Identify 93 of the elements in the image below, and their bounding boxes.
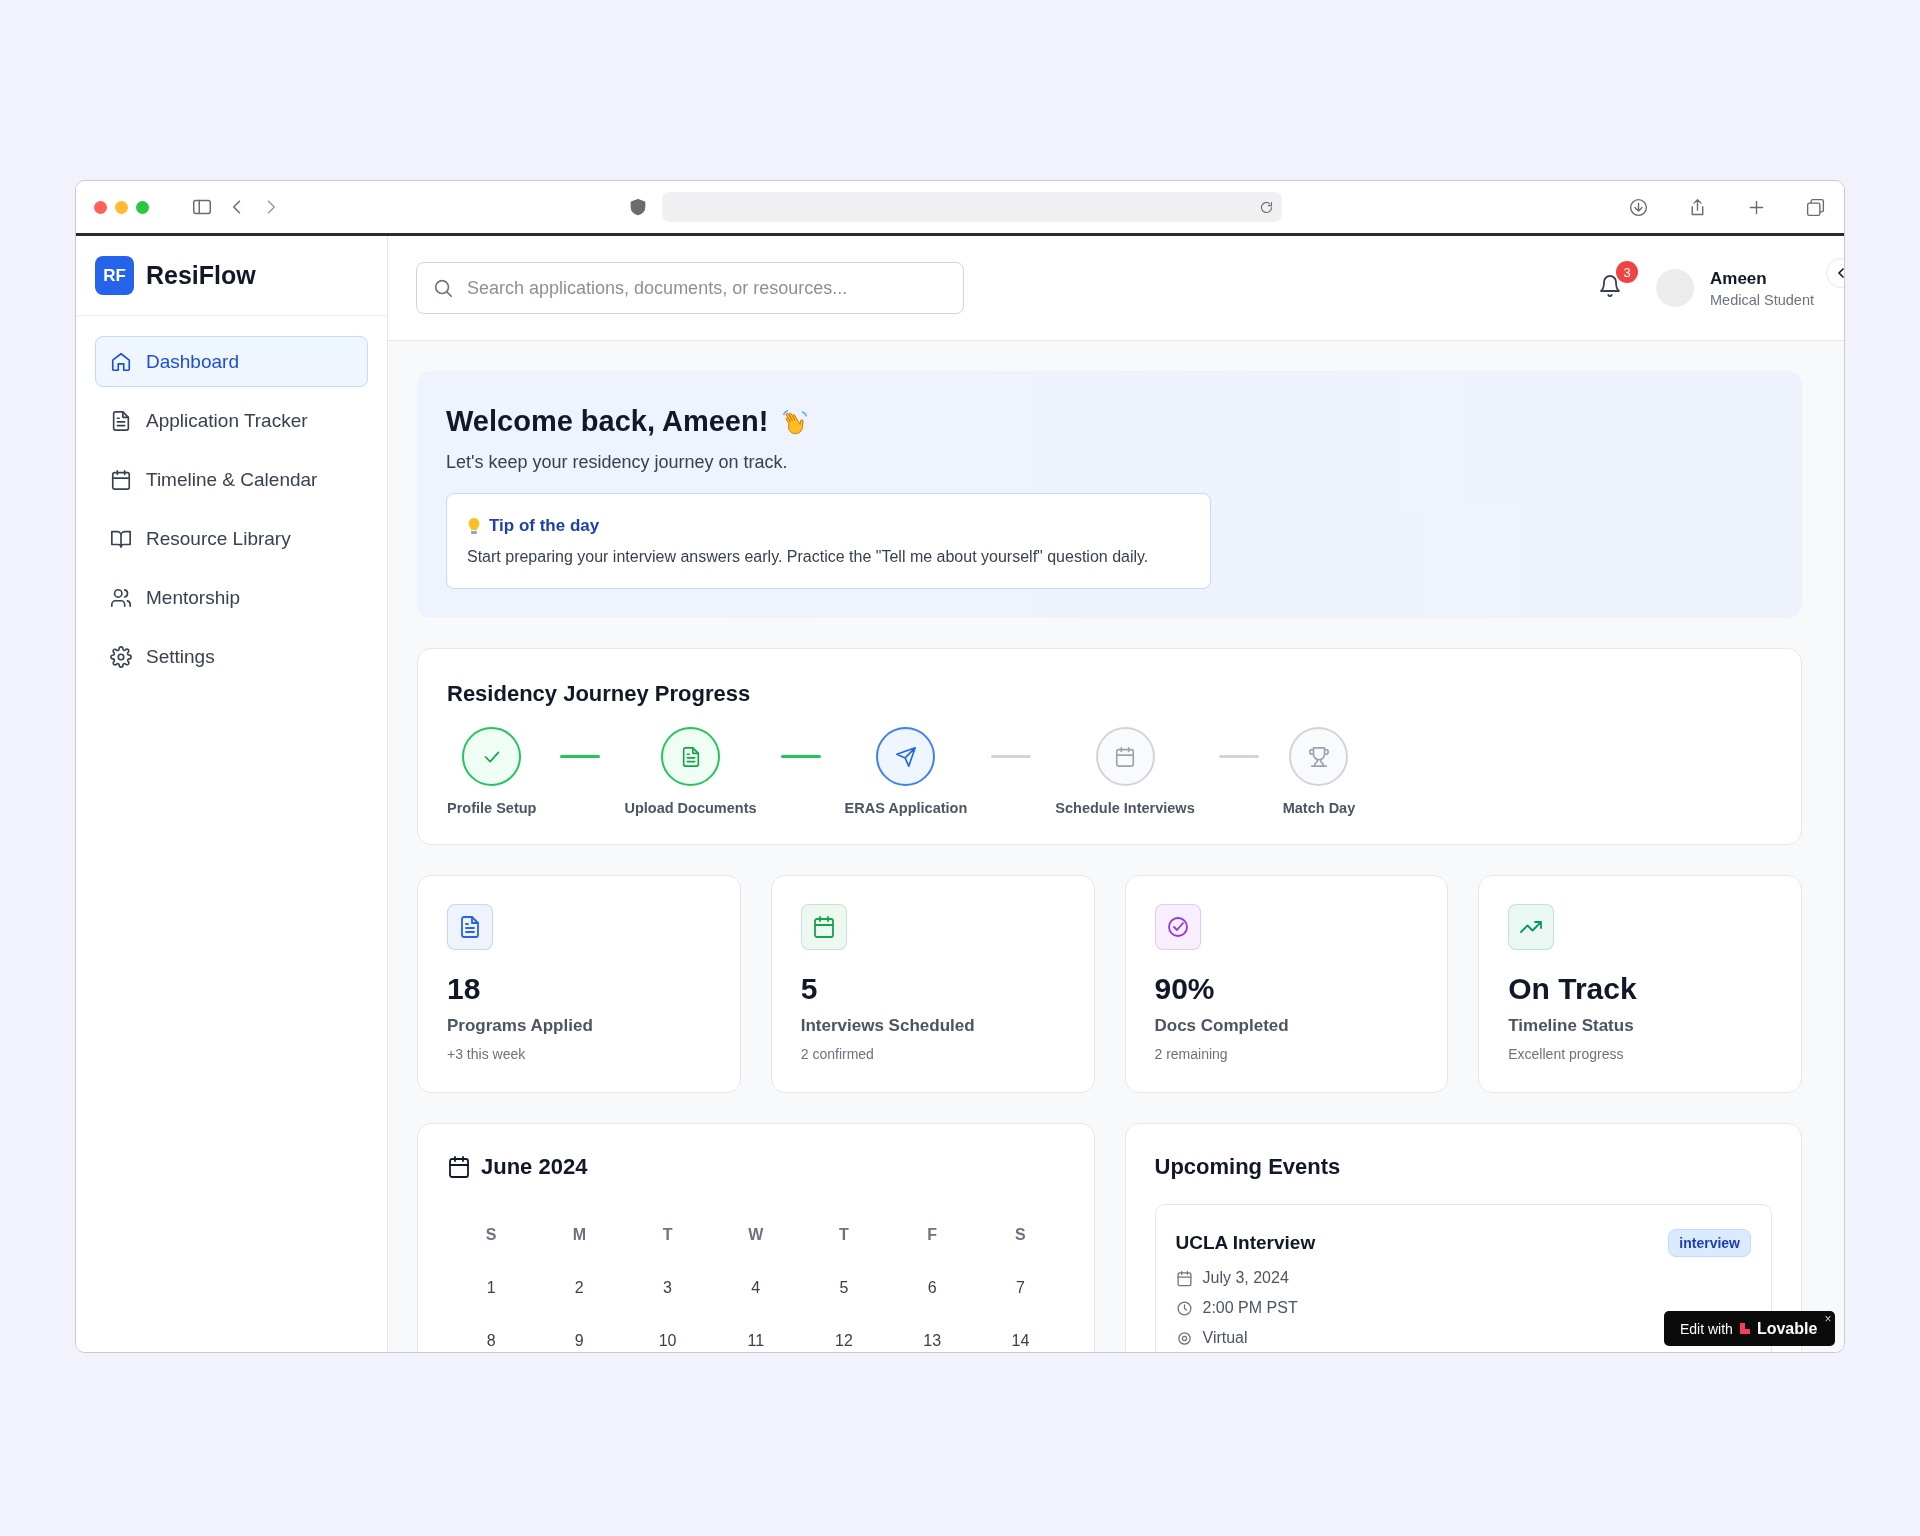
document-icon	[110, 409, 132, 432]
stat-note: 2 remaining	[1154, 1046, 1229, 1062]
calendar-day[interactable]: 4	[711, 1261, 800, 1314]
lightbulb-icon	[467, 517, 481, 535]
stat-label: Interviews Scheduled	[800, 1016, 976, 1036]
location-icon	[1175, 1329, 1193, 1347]
event-date: July 3, 2024	[1202, 1269, 1289, 1287]
stat-label: Timeline Status	[1508, 1016, 1635, 1036]
event-tag: interview	[1668, 1229, 1751, 1257]
clock-icon	[1175, 1299, 1193, 1317]
tip-title: Tip of the day	[489, 516, 600, 536]
sidebar-item[interactable]: Settings	[95, 631, 368, 682]
check-circle-icon	[1165, 915, 1190, 939]
calendar-day[interactable]: 1	[447, 1261, 536, 1314]
calendar-day[interactable]: 9	[535, 1314, 624, 1352]
calendar-day[interactable]: 10	[623, 1314, 712, 1352]
calendar-day[interactable]: 11	[711, 1314, 800, 1352]
weekday-label: S	[1014, 1224, 1027, 1245]
calendar-icon	[1175, 1269, 1193, 1287]
welcome-subtitle: Let's keep your residency journey on track.	[446, 452, 789, 473]
home-icon	[110, 350, 132, 373]
tip-text: Start preparing your interview answers early. Practice the "Tell me about yourself" question daily.	[467, 548, 1150, 566]
step-connector	[780, 755, 821, 758]
stat-label: Programs Applied	[447, 1016, 594, 1036]
stat-value: 90%	[1154, 972, 1216, 1006]
sidebar-item[interactable]: Dashboard	[95, 336, 368, 387]
weekday-label: F	[926, 1224, 939, 1245]
calendar-day[interactable]: 7	[976, 1261, 1065, 1314]
calendar-day[interactable]: 6	[888, 1261, 977, 1314]
reload-icon	[1258, 199, 1274, 215]
step-label: Match Day	[1282, 800, 1356, 816]
stat-label: Docs Completed	[1154, 1016, 1290, 1036]
weekday-label: T	[838, 1224, 850, 1245]
calendar-day[interactable]: 3	[623, 1261, 712, 1314]
badge-close[interactable]: ×	[1824, 1312, 1832, 1326]
stat-note: Excellent progress	[1508, 1046, 1625, 1062]
step-label: Upload Documents	[624, 800, 757, 816]
event-time: 2:00 PM PST	[1202, 1299, 1298, 1317]
calendar-icon	[110, 468, 132, 491]
weekday-label: T	[661, 1224, 674, 1245]
calendar-icon	[811, 915, 836, 939]
calendar-day[interactable]: 2	[535, 1261, 624, 1314]
user-name: Ameen	[1710, 268, 1768, 289]
welcome-title: Welcome back, Ameen!	[446, 405, 769, 438]
sidebar-item[interactable]: Timeline & Calendar	[95, 454, 368, 505]
calendar-icon	[447, 1155, 471, 1179]
calendar-day[interactable]: 13	[888, 1314, 977, 1352]
sidebar-item[interactable]: Resource Library	[95, 513, 368, 564]
download-icon	[1628, 196, 1649, 218]
user-role: Medical Student	[1710, 291, 1814, 308]
stat-value: On Track	[1508, 972, 1638, 1006]
app-name: ResiFlow	[146, 261, 256, 290]
weekday-label: S	[484, 1224, 498, 1245]
sidebar-item[interactable]: Mentorship	[95, 572, 368, 623]
close-window-button[interactable]	[94, 200, 107, 214]
search-icon	[432, 277, 454, 299]
stat-note: 2 confirmed	[800, 1046, 875, 1062]
logo-mark: RF	[95, 256, 134, 295]
notification-count: 3	[1616, 261, 1638, 283]
people-icon	[110, 586, 132, 609]
trophy-icon	[1308, 745, 1330, 768]
stat-value: 18	[447, 972, 482, 1006]
send-icon	[894, 745, 917, 768]
zoom-window-button[interactable]	[136, 200, 149, 214]
stat-value: 5	[800, 972, 819, 1006]
calendar-day[interactable]: 14	[976, 1314, 1065, 1352]
step-label: ERAS Application	[844, 800, 968, 816]
badge-prefix: Edit with	[1680, 1320, 1733, 1337]
minimize-window-button[interactable]	[115, 200, 128, 214]
notification-bell-icon	[1598, 274, 1622, 298]
calendar-title: June 2024	[481, 1154, 588, 1180]
event-name: UCLA Interview	[1175, 1232, 1316, 1254]
tabs-icon	[1805, 196, 1826, 218]
weekday-label: W	[747, 1224, 765, 1245]
step-label: Profile Setup	[447, 800, 537, 816]
sidebar-item[interactable]: Application Tracker	[95, 395, 368, 446]
step-connector	[1218, 755, 1259, 758]
calendar-icon	[1114, 745, 1136, 768]
calendar-day[interactable]: 12	[799, 1314, 889, 1352]
edit-with-badge[interactable]: Edit with Lovable ×	[1664, 1311, 1836, 1346]
step-connector	[560, 755, 601, 758]
settings-icon	[110, 645, 132, 668]
step-label: Schedule Interviews	[1055, 800, 1195, 816]
search-field[interactable]: Search applications, documents, or resources...	[416, 262, 964, 314]
progress-title: Residency Journey Progress	[447, 681, 752, 707]
event-location: Virtual	[1202, 1329, 1248, 1347]
step-connector	[991, 755, 1032, 758]
weekday-label: M	[571, 1224, 587, 1245]
calendar-day[interactable]: 8	[447, 1314, 536, 1352]
stat-note: +3 this week	[447, 1046, 527, 1062]
events-title: Upcoming Events	[1154, 1154, 1342, 1180]
calendar-day[interactable]: 5	[799, 1261, 889, 1314]
document-icon	[458, 915, 482, 939]
